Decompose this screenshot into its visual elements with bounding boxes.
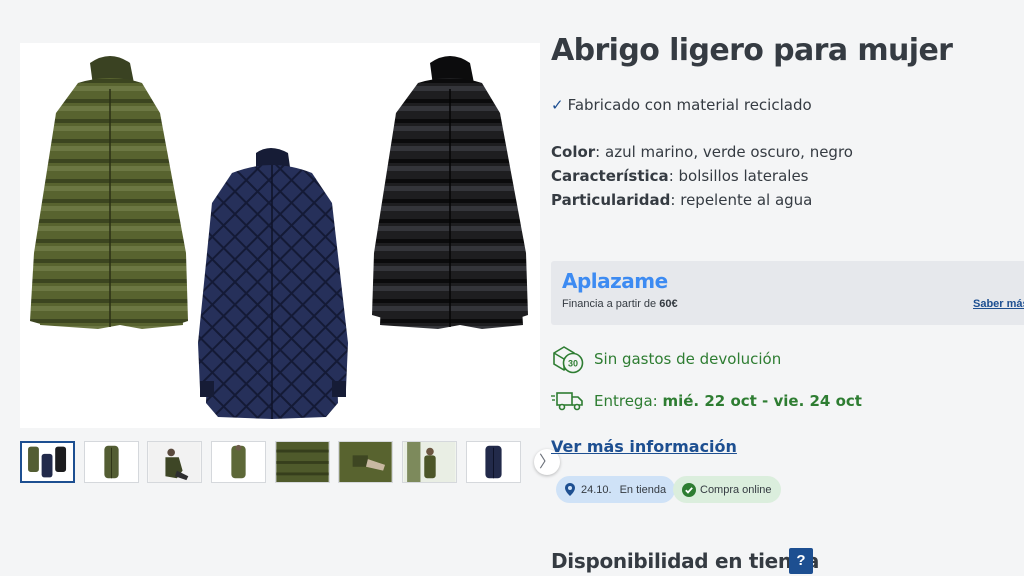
return-box-icon: 30 — [553, 346, 584, 374]
black-coat — [372, 56, 528, 329]
delivery-label: Entrega: — [594, 392, 658, 410]
thumbnail-image — [148, 442, 201, 482]
navy-jacket — [198, 148, 348, 419]
spec-feature: Característica: bolsillos laterales — [551, 167, 809, 185]
olive-coat — [30, 56, 188, 329]
coats-image — [30, 56, 528, 419]
in-store-badge[interactable]: 24.10. En tienda — [556, 476, 676, 503]
online-badge[interactable]: Compra online — [673, 476, 781, 503]
thumbnail-image — [339, 442, 392, 482]
checkmark-icon: ✓ — [551, 96, 564, 114]
availability-title: Disponibilidad en tienda — [551, 549, 820, 573]
thumbnail-image — [403, 442, 456, 482]
product-specs: Color: azul marino, verde oscuro, negro … — [551, 140, 853, 212]
thumbnail-7[interactable] — [402, 441, 457, 483]
store-date: 24.10. — [581, 483, 612, 496]
financing-label: Financia a partir de — [562, 298, 657, 310]
thumbnail-6[interactable] — [338, 441, 393, 483]
return-days-label: 30 — [568, 359, 578, 369]
thumbnail-strip: 〉 — [20, 441, 560, 485]
financing-box: Aplazame Financia a partir de 60€ Saber … — [551, 261, 1024, 325]
feature-line: ✓ Fabricado con material reciclado — [551, 96, 812, 114]
spec-label: Color — [551, 143, 596, 161]
thumbnail-1[interactable] — [20, 441, 75, 483]
more-info-link[interactable]: Ver más información — [551, 437, 737, 456]
spec-particularity: Particularidad: repelente al agua — [551, 191, 813, 209]
thumbnail-2[interactable] — [84, 441, 139, 483]
thumbnail-image — [276, 442, 329, 482]
aplazame-logo: Aplazame — [562, 269, 668, 293]
store-text: En tienda — [619, 483, 667, 496]
thumbnail-4[interactable] — [211, 441, 266, 483]
delivery-dates: mié. 22 oct - vie. 24 oct — [662, 392, 862, 410]
product-main-image[interactable] — [20, 43, 540, 428]
spec-color: Color: azul marino, verde oscuro, negro — [551, 143, 853, 161]
learn-more-link[interactable]: Saber más — [973, 298, 1024, 310]
feature-text: Fabricado con material reciclado — [567, 96, 812, 114]
thumbnail-image — [231, 444, 246, 479]
financing-text: Financia a partir de 60€ — [562, 298, 678, 310]
online-text: Compra online — [700, 483, 772, 496]
spec-value: repelente al agua — [680, 191, 813, 209]
returns-text: Sin gastos de devolución — [594, 350, 782, 368]
thumbnail-5[interactable] — [275, 441, 330, 483]
delivery-truck-icon — [551, 392, 583, 411]
thumbnail-image — [485, 445, 502, 479]
thumbnail-image — [28, 446, 67, 478]
thumbnail-image — [104, 445, 119, 479]
delivery-info: Entrega: mié. 22 oct - vie. 24 oct — [551, 388, 862, 414]
spec-value: azul marino, verde oscuro, negro — [605, 143, 853, 161]
returns-info: 30 Sin gastos de devolución — [551, 344, 781, 374]
thumbnail-8[interactable] — [466, 441, 521, 483]
financing-amount: 60€ — [659, 298, 678, 310]
product-title: Abrigo ligero para mujer — [551, 33, 953, 68]
spec-label: Particularidad — [551, 191, 671, 209]
check-circle-icon — [682, 482, 696, 497]
location-pin-icon — [565, 483, 575, 496]
spec-value: bolsillos laterales — [678, 167, 809, 185]
help-button[interactable]: ? — [789, 548, 813, 574]
thumbnail-3[interactable] — [147, 441, 202, 483]
spec-label: Característica — [551, 167, 669, 185]
